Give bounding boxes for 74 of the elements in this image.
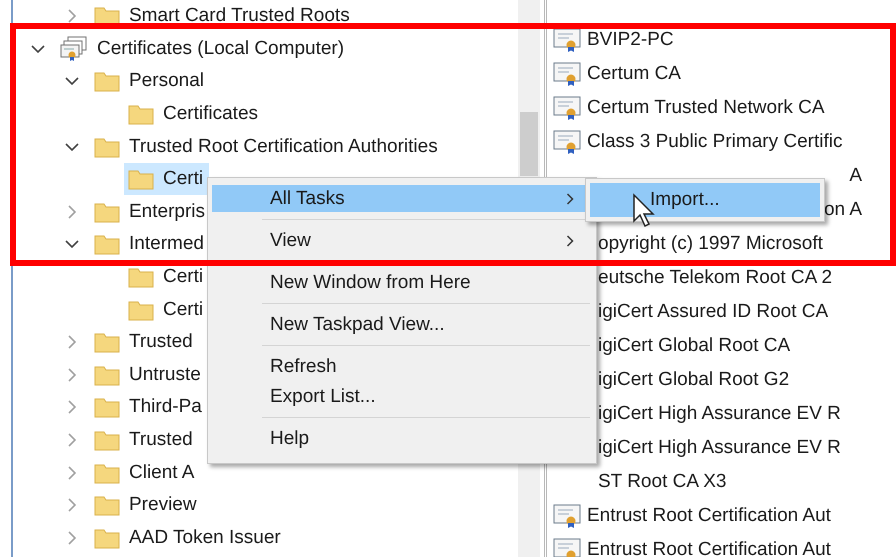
selected-tree-item[interactable]: Certi xyxy=(124,163,210,196)
certificate-stack-icon xyxy=(60,36,88,62)
certificate-name[interactable]: igiCert High Assurance EV R xyxy=(598,437,841,459)
menu-item[interactable]: New Taskpad View... xyxy=(212,311,590,338)
certificate-name[interactable]: Entrust Root Certification Aut xyxy=(587,505,831,527)
tree-item[interactable]: Third-Pa xyxy=(90,391,208,424)
tree-item[interactable]: Smart Card Trusted Roots xyxy=(129,5,350,28)
chevron-down-icon[interactable] xyxy=(31,44,45,54)
certificate-name[interactable]: Entrust Root Certification Aut xyxy=(587,539,831,557)
certificate-icon xyxy=(553,95,583,121)
menu-item[interactable]: Export List... xyxy=(212,383,590,410)
folder-icon xyxy=(128,298,154,321)
chevron-down-icon[interactable] xyxy=(65,142,79,152)
folder-icon xyxy=(94,331,120,354)
certificate-icon xyxy=(553,129,583,155)
menu-item[interactable]: New Window from Here xyxy=(212,269,590,296)
certificate-icon xyxy=(553,27,583,53)
chevron-right-icon[interactable] xyxy=(67,530,77,545)
tree-item[interactable]: Trusted Root Certification Authorities xyxy=(90,130,444,163)
tree-item[interactable]: Untruste xyxy=(90,358,207,391)
chevron-down-icon[interactable] xyxy=(65,76,79,86)
chevron-right-icon[interactable] xyxy=(67,335,77,350)
folder-icon xyxy=(94,462,120,484)
chevron-right-icon[interactable] xyxy=(67,9,77,24)
folder-icon xyxy=(94,429,120,452)
certificate-name[interactable]: Certum Trusted Network CA xyxy=(587,97,825,119)
chevron-right-icon[interactable] xyxy=(67,498,77,512)
tree-item[interactable]: Certificates (Local Computer) xyxy=(56,32,350,65)
folder-icon xyxy=(94,200,120,223)
menu-item[interactable]: Help xyxy=(212,425,590,452)
certificate-name[interactable]: ST Root CA X3 xyxy=(598,471,726,493)
tree-item[interactable]: Preview xyxy=(90,489,203,522)
certificate-name[interactable]: igiCert Global Root G2 xyxy=(598,369,790,391)
folder-icon xyxy=(94,396,120,418)
folder-icon xyxy=(94,136,120,158)
certificate-name[interactable]: BVIP2-PC xyxy=(587,29,674,51)
chevron-right-icon[interactable] xyxy=(67,400,77,414)
tree-item[interactable]: Enterpris xyxy=(90,196,212,228)
tree-item[interactable]: Trusted xyxy=(90,326,199,358)
certificate-icon xyxy=(553,61,583,87)
folder-icon xyxy=(94,364,120,386)
menu-item[interactable]: View xyxy=(212,227,590,254)
tree-item[interactable]: Trusted xyxy=(90,424,199,456)
certificate-name[interactable]: Class 3 Public Primary Certific xyxy=(587,131,842,153)
chevron-right-icon[interactable] xyxy=(67,466,77,480)
menu-item[interactable]: Refresh xyxy=(212,353,590,380)
folder-icon xyxy=(94,233,120,256)
certificate-name[interactable]: igiCert Global Root CA xyxy=(598,335,790,357)
menu-item[interactable]: Import... xyxy=(590,183,820,217)
tree-item[interactable]: Certificates xyxy=(124,98,264,130)
certificate-name[interactable]: igiCert High Assurance EV R xyxy=(598,403,841,425)
tree-item[interactable]: Certi xyxy=(124,294,210,326)
chevron-right-icon[interactable] xyxy=(67,433,77,448)
folder-icon xyxy=(94,494,120,516)
folder-icon xyxy=(94,70,120,92)
certificate-name[interactable]: Certum CA xyxy=(587,63,681,85)
certificate-name[interactable]: on A xyxy=(824,199,862,221)
tree-item[interactable]: Certi xyxy=(124,261,210,294)
certificate-name[interactable]: igiCert Assured ID Root CA xyxy=(598,301,828,323)
folder-icon xyxy=(94,526,120,549)
folder-icon xyxy=(128,103,154,126)
tree-item[interactable]: Personal xyxy=(90,65,210,98)
certificate-name[interactable]: opyright (c) 1997 Microsoft xyxy=(598,233,823,255)
chevron-right-icon[interactable] xyxy=(67,204,77,219)
folder-icon xyxy=(128,266,154,288)
chevron-down-icon[interactable] xyxy=(65,239,79,250)
chevron-right-icon[interactable] xyxy=(67,368,77,382)
tree-item[interactable]: AAD Token Issuer xyxy=(90,522,287,554)
certificate-icon xyxy=(553,503,583,529)
tree-item[interactable]: Client A xyxy=(90,456,200,489)
folder-icon xyxy=(128,168,154,190)
tree-item[interactable]: Intermed xyxy=(90,228,210,260)
certificate-name[interactable]: A xyxy=(849,165,862,187)
certificate-name[interactable]: eutsche Telekom Root CA 2 xyxy=(598,267,832,289)
